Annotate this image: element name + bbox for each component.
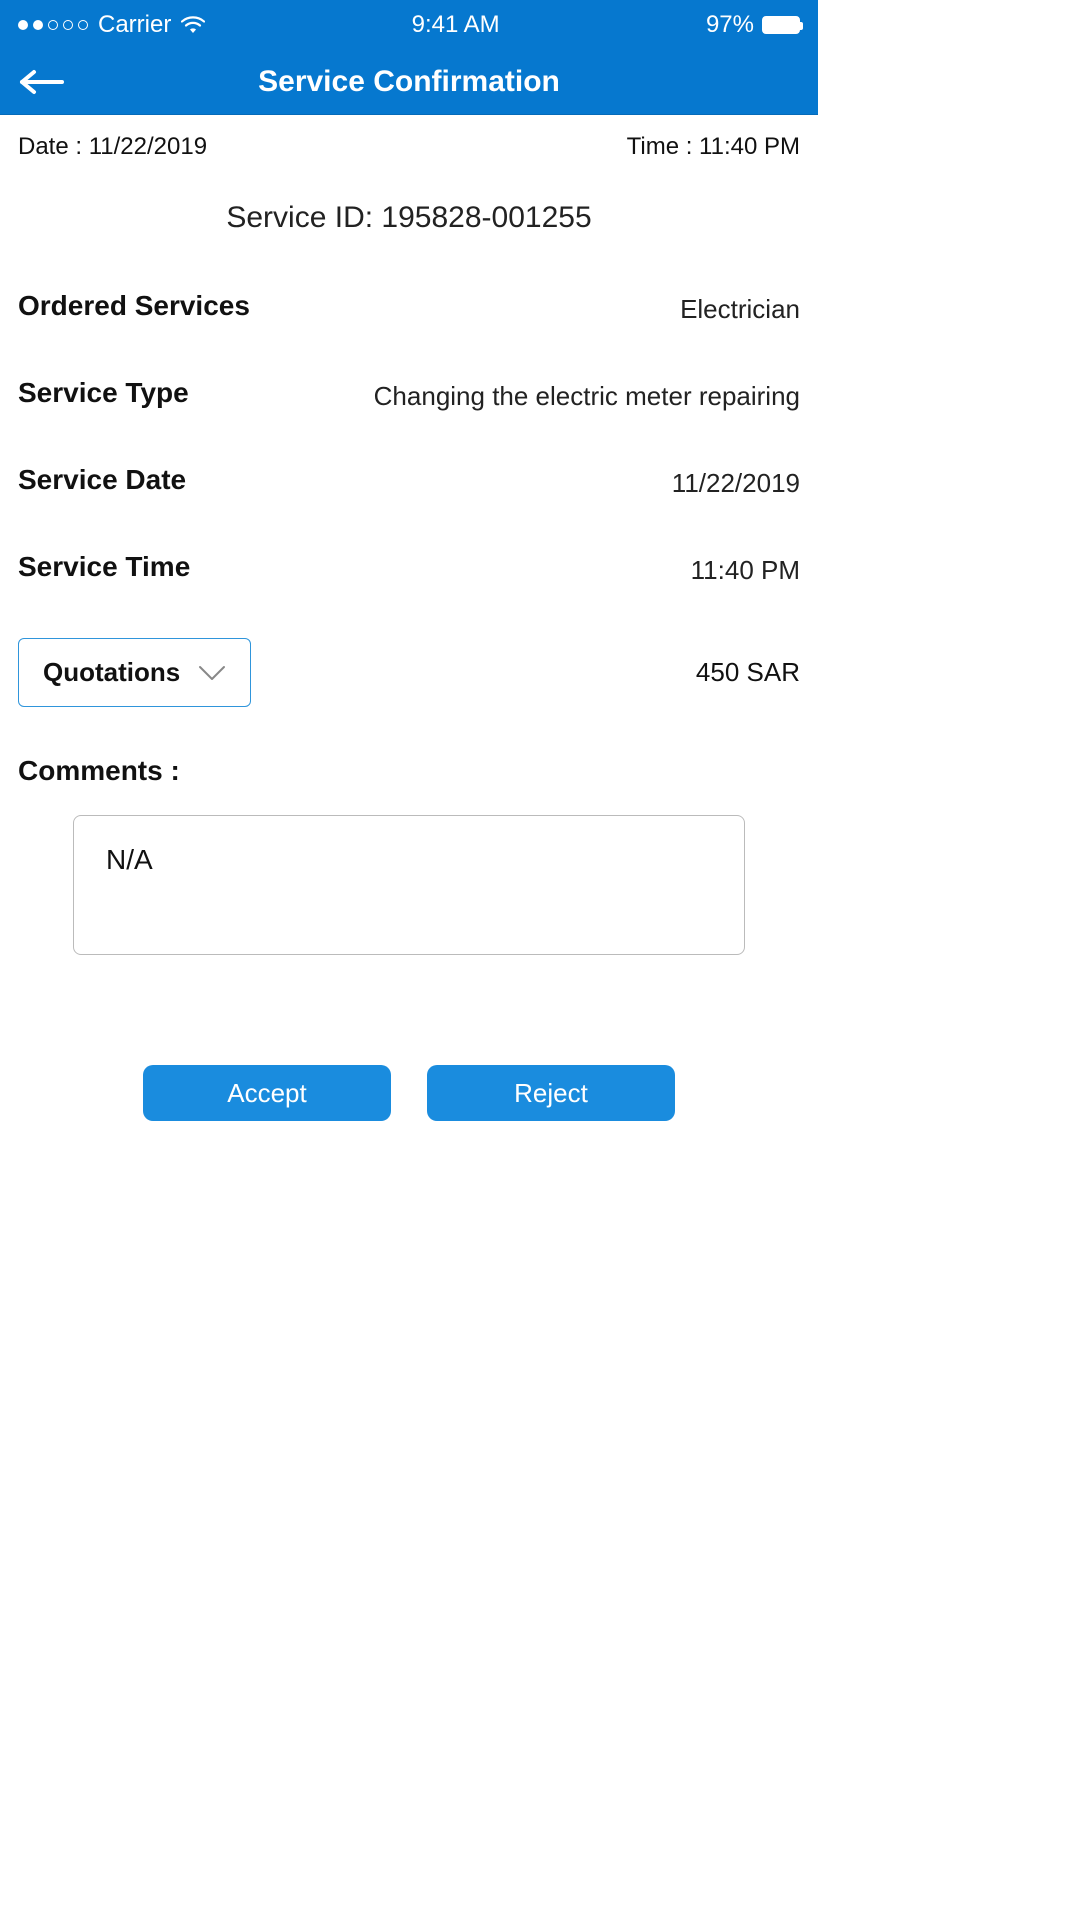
service-time-label: Service Time	[18, 551, 190, 583]
arrow-left-icon	[18, 68, 66, 96]
status-right: 97%	[706, 11, 800, 39]
accept-button[interactable]: Accept	[143, 1065, 391, 1121]
row-quotations: Quotations 450 SAR	[18, 638, 800, 707]
nav-bar: Service Confirmation	[0, 50, 818, 115]
back-button[interactable]	[18, 68, 66, 96]
status-time: 9:41 AM	[412, 11, 500, 39]
date-label: Date :	[18, 133, 82, 160]
service-id-value: 195828-001255	[381, 201, 591, 234]
reject-button[interactable]: Reject	[427, 1065, 675, 1121]
status-bar: Carrier 9:41 AM 97%	[0, 0, 818, 50]
row-service-type: Service Type Changing the electric meter…	[18, 377, 800, 416]
comments-input[interactable]: N/A	[73, 815, 745, 955]
comments-value: N/A	[106, 844, 153, 875]
service-date-value: 11/22/2019	[672, 464, 800, 503]
service-id: Service ID: 195828-001255	[18, 201, 800, 235]
service-type-label: Service Type	[18, 377, 189, 409]
row-service-time: Service Time 11:40 PM	[18, 551, 800, 590]
service-time-value: 11:40 PM	[691, 551, 800, 590]
time-label: Time :	[627, 133, 693, 160]
service-id-label: Service ID:	[226, 201, 373, 234]
service-type-value: Changing the electric meter repairing	[374, 377, 800, 416]
quotations-label: Quotations	[43, 657, 180, 688]
status-left: Carrier	[18, 11, 205, 39]
comments-label: Comments :	[18, 755, 800, 787]
wifi-icon	[181, 16, 205, 34]
service-date-label: Service Date	[18, 464, 186, 496]
page-title: Service Confirmation	[258, 65, 560, 99]
battery-icon	[762, 16, 800, 34]
row-service-date: Service Date 11/22/2019	[18, 464, 800, 503]
quotations-value: 450 SAR	[696, 657, 800, 688]
battery-percent: 97%	[706, 11, 754, 39]
ordered-services-value: Electrician	[680, 290, 800, 329]
carrier-label: Carrier	[98, 11, 171, 39]
date-value: 11/22/2019	[89, 133, 207, 160]
time-value: 11:40 PM	[699, 133, 800, 160]
meta-row: Date : 11/22/2019 Time : 11:40 PM	[18, 133, 800, 161]
content: Date : 11/22/2019 Time : 11:40 PM Servic…	[0, 115, 818, 1139]
time-block: Time : 11:40 PM	[627, 133, 800, 161]
buttons-row: Accept Reject	[18, 1065, 800, 1121]
ordered-services-label: Ordered Services	[18, 290, 250, 322]
quotations-dropdown[interactable]: Quotations	[18, 638, 251, 707]
date-block: Date : 11/22/2019	[18, 133, 207, 161]
row-ordered-services: Ordered Services Electrician	[18, 290, 800, 329]
signal-dots-icon	[18, 20, 88, 30]
chevron-down-icon	[198, 665, 226, 681]
